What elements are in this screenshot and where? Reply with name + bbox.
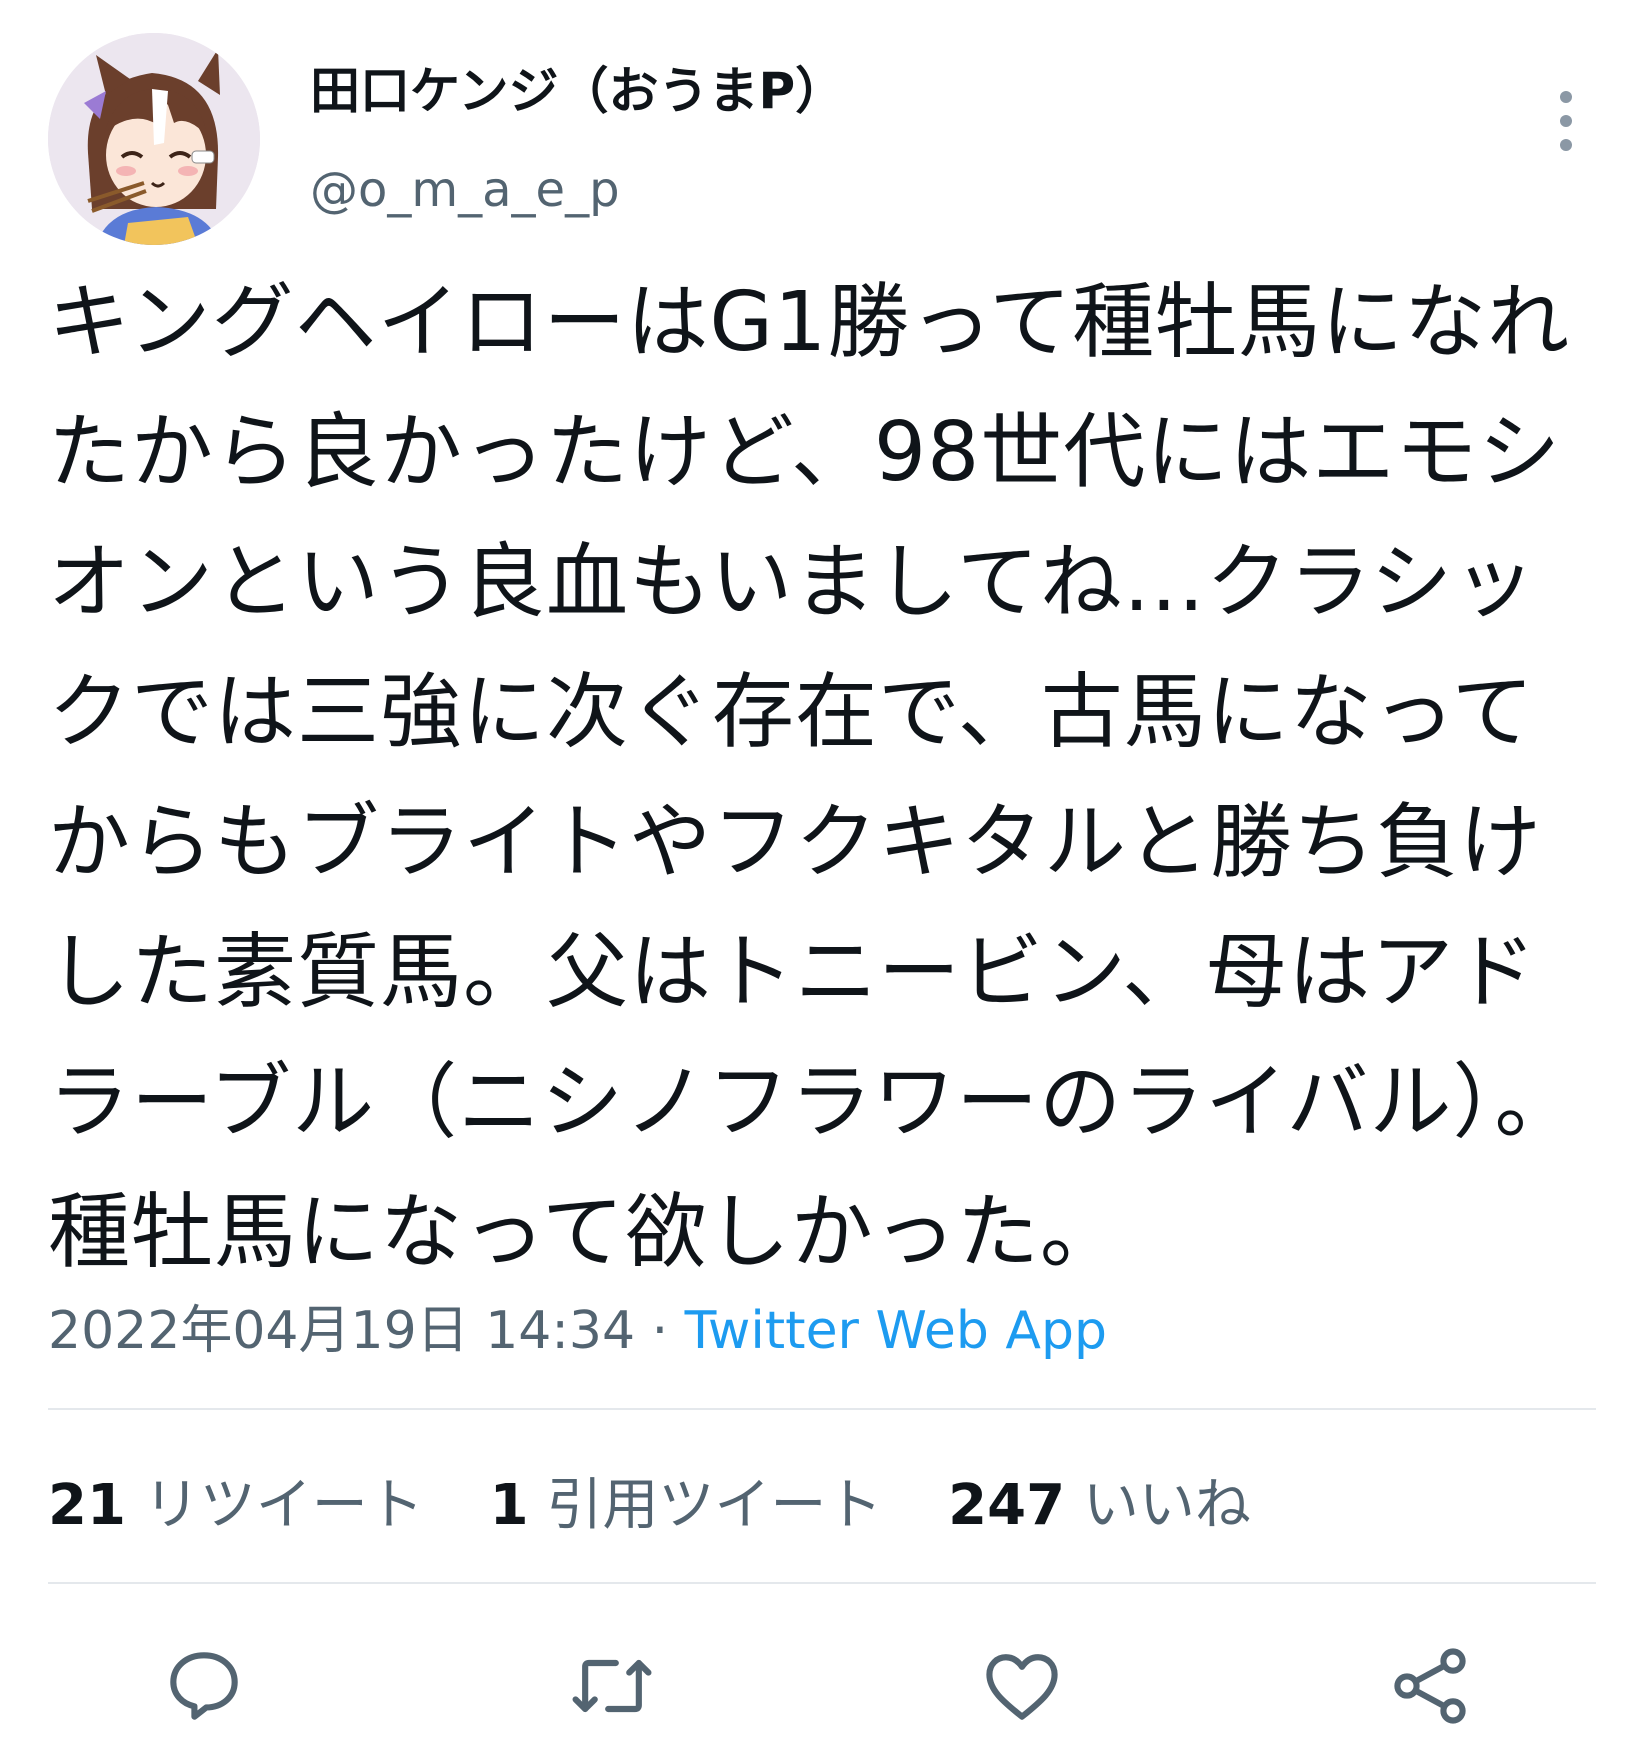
retweets-label: リツイート [143,1473,424,1538]
anime-character-avatar-icon [48,33,260,245]
share-icon[interactable] [1384,1640,1476,1732]
quotes-count: 1 [489,1473,529,1538]
tweet-source-link[interactable]: Twitter Web App [685,1301,1107,1361]
engagement-stats: 21 リツイート 1 引用ツイート 247 いいね [48,1468,1299,1544]
retweet-icon[interactable] [566,1640,658,1732]
avatar[interactable] [48,33,260,245]
tweet-meta: 2022年04月19日 14:34 · Twitter Web App [48,1296,1107,1366]
display-name[interactable]: 田口ケンジ（おうまP） [310,58,845,124]
quotes-stat[interactable]: 1 引用ツイート [490,1473,883,1538]
user-handle[interactable]: @o_m_a_e_p [310,158,620,222]
retweets-stat[interactable]: 21 リツイート [48,1473,424,1538]
divider [48,1408,1596,1410]
retweets-count: 21 [48,1473,126,1538]
likes-label: いいね [1082,1473,1251,1538]
more-dot-icon [1560,91,1572,103]
tweet-detail: 田口ケンジ（おうまP） @o_m_a_e_p キングヘイローはG1勝って種牡馬に… [0,0,1644,1762]
likes-stat[interactable]: 247 いいね [948,1473,1251,1538]
more-options-button[interactable] [1536,66,1596,176]
heart-icon[interactable] [976,1640,1068,1732]
quotes-label: 引用ツイート [546,1473,883,1538]
divider [48,1582,1596,1584]
more-dot-icon [1560,139,1572,151]
likes-count: 247 [948,1473,1066,1538]
reply-bubble-icon[interactable] [158,1640,250,1732]
tweet-timestamp[interactable]: 2022年04月19日 14:34 [48,1301,635,1361]
action-bar [0,1640,1644,1732]
tweet-text: キングヘイローはG1勝って種牡馬になれたから良かったけど、98世代にはエモシオン… [48,275,1578,1280]
meta-separator: · [635,1301,685,1361]
more-dot-icon [1560,115,1572,127]
